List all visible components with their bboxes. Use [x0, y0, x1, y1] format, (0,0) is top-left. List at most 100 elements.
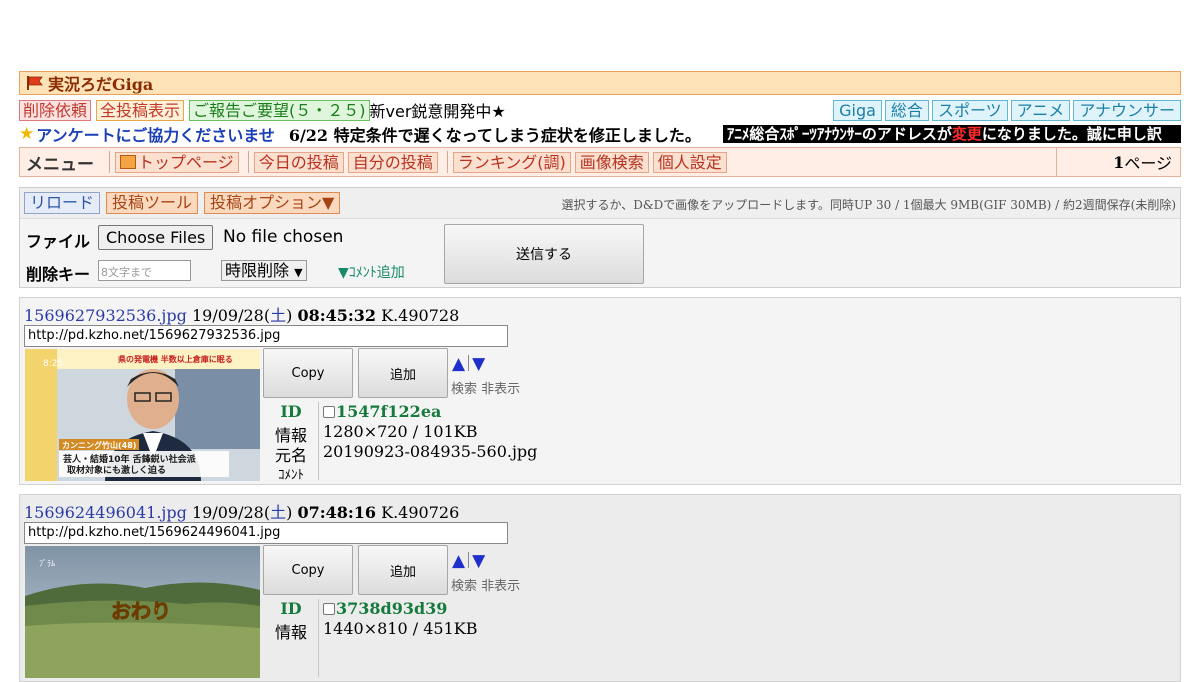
- thumb-small-text: ﾌﾞﾗﾑ: [39, 559, 55, 568]
- menu-divider: [109, 151, 110, 173]
- meta-divider: [318, 402, 319, 480]
- thumb-caption-2: 取材対象にも激しく迫る: [67, 464, 166, 476]
- search-link[interactable]: 検索: [451, 382, 477, 397]
- search-link[interactable]: 検索: [451, 579, 477, 594]
- post-date: 19/09/28(土): [192, 503, 292, 522]
- post-item: 1569627932536.jpg 19/09/28(土) 08:45:32 K…: [19, 297, 1181, 485]
- tab-general[interactable]: 総合: [884, 99, 929, 121]
- meta-id-label: ID: [280, 599, 302, 618]
- thumb-caption-1: 芸人・結婚10年 舌鋒鋭い社会派: [63, 453, 197, 465]
- post-thumbnail[interactable]: ﾌﾞﾗﾑ おわり: [25, 546, 260, 678]
- time-delete-label: 時限削除: [225, 261, 290, 280]
- menu-my-posts[interactable]: 自分の投稿: [347, 151, 438, 173]
- arrow-up-icon[interactable]: ▲: [452, 551, 465, 571]
- menu-label: メニュー: [26, 154, 94, 175]
- arrow-down-icon[interactable]: ▼: [472, 354, 485, 374]
- menu-divider: [446, 151, 448, 173]
- delete-request-link[interactable]: 削除依頼: [19, 99, 92, 121]
- menu-image-search[interactable]: 画像検索: [574, 151, 649, 173]
- tab-anime[interactable]: アニメ: [1010, 99, 1071, 121]
- copy-button[interactable]: Copy: [263, 545, 353, 595]
- menu-today-posts[interactable]: 今日の投稿: [253, 151, 344, 173]
- meta-info-value: 1440×810 / 451KB: [323, 619, 478, 638]
- meta-original-value: 20190923-084935-560.jpg: [323, 442, 538, 461]
- meta-id-label: ID: [280, 402, 302, 421]
- choose-files-button[interactable]: Choose Files: [98, 225, 214, 250]
- dev-notice: 新ver鋭意開発中★: [369, 102, 506, 121]
- ticker-text-1: ｱﾆﾒ総合ｽﾎﾟｰﾂｱﾅｳﾝｻｰのアドレスが: [726, 125, 952, 143]
- post-thumbnail[interactable]: 県の発電機 半数以上倉庫に眠る 8:25 カンニング竹山(48) 芸人・結婚10…: [25, 349, 260, 481]
- upload-panel: リロード 投稿ツール 投稿オプション▼ 選択するか、D&Dで画像をアップロードし…: [19, 187, 1181, 288]
- page-number: 1: [1113, 152, 1125, 172]
- post-tool-button[interactable]: 投稿ツール: [106, 192, 199, 214]
- post-filename-link[interactable]: 1569627932536.jpg: [24, 306, 187, 325]
- post-options-button[interactable]: 投稿オプション▼: [204, 192, 341, 214]
- nav-row: 削除依頼 全投稿表示 ご報告ご要望(５・２５) 新ver鋭意開発中★ Giga …: [19, 97, 1181, 123]
- tab-giga[interactable]: Giga: [833, 99, 882, 121]
- meta-id-value: 1547f122ea: [323, 402, 441, 421]
- survey-text: アンケートにご協力くださいませ: [36, 126, 275, 145]
- post-actions: 検索 非表示: [451, 575, 520, 594]
- reload-button[interactable]: リロード: [24, 192, 101, 214]
- select-checkbox[interactable]: [323, 603, 335, 615]
- meta-divider: [318, 599, 319, 677]
- tab-announcer[interactable]: アナウンサー: [1073, 99, 1181, 121]
- post-header: 1569627932536.jpg 19/09/28(土) 08:45:32 K…: [24, 302, 459, 326]
- all-posts-link[interactable]: 全投稿表示: [96, 99, 185, 121]
- hide-link[interactable]: 非表示: [481, 382, 520, 397]
- arrow-down-icon[interactable]: ▼: [472, 551, 485, 571]
- post-date: 19/09/28(土): [192, 306, 292, 325]
- post-time: 07:48:16: [297, 503, 377, 522]
- submit-button[interactable]: 送信する: [444, 224, 644, 284]
- post-k-number: K.490728: [381, 306, 460, 325]
- arrow-up-icon[interactable]: ▲: [452, 354, 465, 374]
- post-date-pre: 19/09/28(: [191, 306, 271, 325]
- time-delete-select[interactable]: 時限削除 ▼: [221, 260, 307, 281]
- post-url-field[interactable]: http://pd.kzho.net/1569627932536.jpg: [24, 325, 508, 347]
- post-filename-link[interactable]: 1569624496041.jpg: [24, 503, 187, 522]
- report-link[interactable]: ご報告ご要望(５・２５): [189, 99, 370, 121]
- post-k-number: K.490726: [381, 503, 460, 522]
- thumb-name: カンニング竹山(48): [62, 440, 136, 450]
- menu-divider: [247, 151, 249, 173]
- hide-link[interactable]: 非表示: [481, 579, 520, 594]
- thumbnail-image: ﾌﾞﾗﾑ おわり: [25, 546, 260, 678]
- announcement-row: ★ アンケートにご協力くださいませ 6/22 特定条件で遅くなってしまう症状を修…: [19, 123, 1181, 145]
- meta-id-text: 3738d93d39: [336, 599, 448, 618]
- post-weekday: 土: [270, 306, 287, 325]
- site-title[interactable]: 実況ろだGiga: [48, 71, 153, 95]
- thumb-time: 8:25: [43, 359, 63, 369]
- arrow-divider: [468, 552, 470, 568]
- select-checkbox[interactable]: [323, 406, 335, 418]
- menu-settings[interactable]: 個人設定: [652, 151, 727, 173]
- star-icon: ★: [19, 124, 35, 144]
- add-button[interactable]: 追加: [358, 545, 448, 595]
- post-actions: 検索 非表示: [451, 378, 520, 397]
- post-header: 1569624496041.jpg 19/09/28(土) 07:48:16 K…: [24, 499, 459, 523]
- menu-ranking[interactable]: ランキング(調): [452, 151, 571, 173]
- arrow-divider: [468, 355, 470, 371]
- menu-top-page-label: トップページ: [138, 152, 234, 172]
- vote-arrows: ▲ ▼: [452, 354, 485, 374]
- copy-button[interactable]: Copy: [263, 348, 353, 398]
- survey-link[interactable]: ★ アンケートにご協力くださいませ: [19, 123, 275, 145]
- tab-sports[interactable]: スポーツ: [931, 99, 1008, 121]
- site-title-bar: 実況ろだGiga: [19, 71, 1181, 95]
- ticker-marquee: ｱﾆﾒ総合ｽﾎﾟｰﾂｱﾅｳﾝｻｰのアドレスが変更になりました。誠に申し訳: [722, 125, 1181, 143]
- delete-key-input[interactable]: 8文字まで: [98, 260, 191, 281]
- comment-add-toggle[interactable]: ▼ｺﾒﾝﾄ追加: [338, 262, 405, 282]
- delete-key-label: 削除キー: [26, 265, 91, 284]
- add-button[interactable]: 追加: [358, 348, 448, 398]
- meta-comment-label: ｺﾒﾝﾄ: [278, 468, 304, 483]
- meta-info-label: 情報: [274, 623, 307, 642]
- post-url-field[interactable]: http://pd.kzho.net/1569624496041.jpg: [24, 522, 508, 544]
- thumb-text: おわり: [111, 599, 171, 623]
- meta-info-value: 1280×720 / 101KB: [323, 422, 478, 441]
- thumb-banner: 県の発電機 半数以上倉庫に眠る: [118, 354, 233, 364]
- file-label: ファイル: [26, 232, 91, 251]
- meta-id-value: 3738d93d39: [323, 599, 447, 618]
- post-time: 08:45:32: [297, 306, 377, 325]
- home-icon: [120, 154, 136, 169]
- fix-notice: 6/22 特定条件で遅くなってしまう症状を修正しました。: [288, 126, 701, 145]
- menu-top-page[interactable]: トップページ: [115, 151, 239, 173]
